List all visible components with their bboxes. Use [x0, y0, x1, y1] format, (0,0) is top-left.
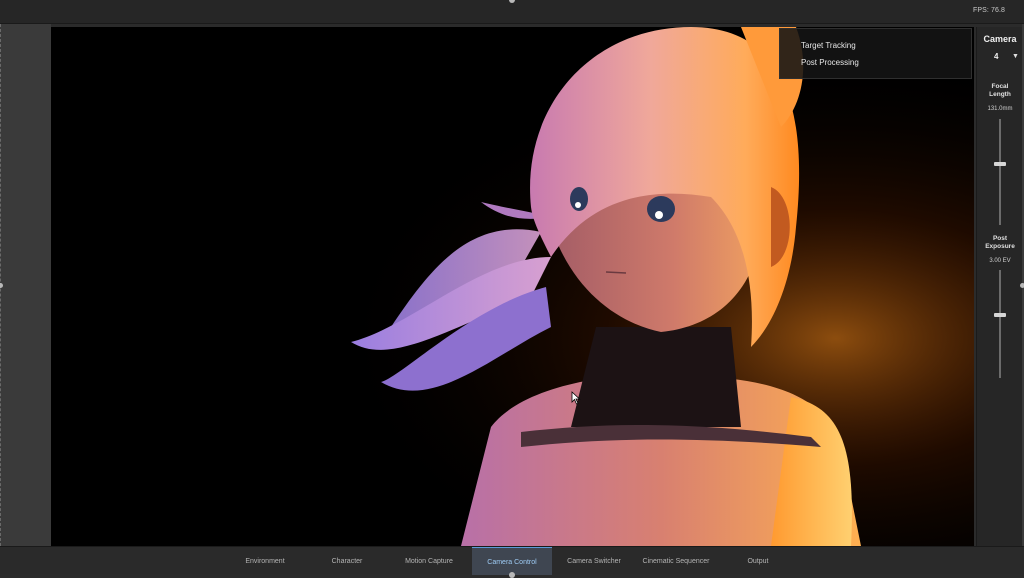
focal-length-label: Focal Length: [989, 83, 1011, 98]
focal-length-slider-thumb[interactable]: [994, 161, 1006, 166]
left-gutter: [0, 24, 51, 546]
resize-handle-top[interactable]: [509, 0, 515, 3]
chevron-down-icon[interactable]: ▼: [1012, 53, 1019, 60]
dropdown-item-target-tracking[interactable]: Target Tracking: [801, 41, 856, 50]
resize-handle-right[interactable]: [1020, 283, 1024, 288]
tab-environment[interactable]: Environment: [236, 547, 294, 575]
tab-camera-control[interactable]: Camera Control: [472, 547, 552, 575]
focal-length-slider-track[interactable]: [999, 119, 1001, 225]
tab-character[interactable]: Character: [322, 547, 372, 575]
mouse-cursor-icon: [571, 391, 581, 405]
camera-panel: Camera 4 ▼ Focal Length 131.0mm Post Exp…: [976, 27, 1022, 546]
camera-panel-title: Camera: [983, 34, 1017, 44]
tab-output[interactable]: Output: [738, 547, 778, 575]
post-exposure-slider-track[interactable]: [999, 270, 1001, 378]
tab-camera-switcher[interactable]: Camera Switcher: [560, 547, 628, 575]
render-viewport[interactable]: [51, 27, 974, 546]
post-exposure-slider-thumb[interactable]: [994, 313, 1006, 318]
tab-motion-capture[interactable]: Motion Capture: [398, 547, 460, 575]
post-exposure-label: Post Exposure: [985, 235, 1015, 250]
dropdown-item-post-processing[interactable]: Post Processing: [801, 58, 859, 67]
post-exposure-value: 3.00 EV: [989, 258, 1011, 264]
top-status-bar: FPS: 76.8: [0, 0, 1024, 24]
bottom-tab-bar: Environment Character Motion Capture Cam…: [0, 546, 1024, 578]
camera-number-select[interactable]: 4: [994, 52, 998, 61]
tab-cinematic-sequencer[interactable]: Cinematic Sequencer: [636, 547, 716, 575]
character-render: [51, 27, 974, 546]
focal-length-value: 131.0mm: [987, 106, 1013, 112]
camera-options-dropdown: Target Tracking Post Processing: [779, 28, 972, 79]
fps-counter: FPS: 76.8: [972, 7, 1005, 14]
resize-handle-bottom[interactable]: [509, 572, 515, 578]
